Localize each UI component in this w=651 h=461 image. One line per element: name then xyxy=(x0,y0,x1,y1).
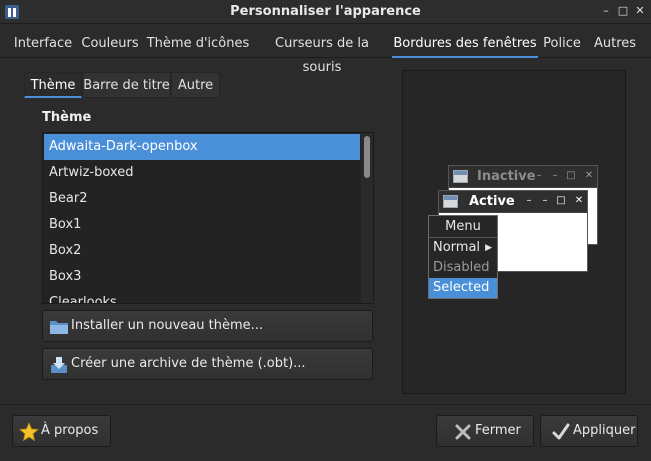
about-label: À propos xyxy=(41,423,99,438)
menu-item-label: Disabled xyxy=(433,260,490,275)
window-icon xyxy=(453,170,468,183)
preview-menu-item-normal: Normal ▶ xyxy=(429,238,497,258)
menu-icon: – xyxy=(536,170,542,181)
tab-interface[interactable]: Interface xyxy=(10,32,76,58)
menu-item-label: Normal xyxy=(433,240,481,255)
menu-icon: – xyxy=(526,195,532,206)
about-button[interactable]: À propos xyxy=(12,415,111,447)
subtab-barre-titre[interactable]: Barre de titre xyxy=(82,72,171,98)
window-icon xyxy=(443,195,458,208)
theme-list-scrollbar[interactable] xyxy=(361,133,373,303)
window-title: Personnaliser l'apparence xyxy=(230,4,421,19)
menu-item-label: Selected xyxy=(433,280,490,295)
create-archive-button[interactable]: Créer une archive de thème (.obt)... xyxy=(42,348,373,380)
close-icon: ✕ xyxy=(574,195,584,206)
list-item[interactable]: Adwaita-Dark-openbox xyxy=(44,134,360,160)
preview-menu-title: Menu xyxy=(429,216,497,238)
maximize-icon: □ xyxy=(566,170,576,181)
preview-inactive-title: Inactive xyxy=(477,169,536,184)
tab-curseurs[interactable]: Curseurs de la souris xyxy=(254,32,390,75)
star-icon xyxy=(19,422,39,442)
close-icon[interactable]: ✕ xyxy=(633,4,647,18)
close-x-icon xyxy=(455,424,471,440)
list-item[interactable]: Artwiz-boxed xyxy=(44,160,360,186)
download-icon xyxy=(51,357,67,373)
apply-label: Appliquer xyxy=(573,423,636,438)
folder-icon xyxy=(50,321,68,334)
theme-list[interactable]: Adwaita-Dark-openbox Artwiz-boxed Bear2 … xyxy=(42,132,374,304)
preview-menu-item-selected: Selected xyxy=(429,278,497,298)
minimize-icon: – xyxy=(542,195,548,206)
title-bar[interactable]: Personnaliser l'apparence – □ ✕ xyxy=(0,0,651,24)
maximize-icon: □ xyxy=(556,195,566,206)
scrollbar-thumb[interactable] xyxy=(364,136,370,178)
create-archive-label: Créer une archive de thème (.obt)... xyxy=(71,356,306,371)
submenu-arrow-icon: ▶ xyxy=(485,243,492,253)
subtab-theme[interactable]: Thème xyxy=(24,72,82,98)
minimize-icon[interactable]: – xyxy=(599,4,613,18)
list-item[interactable]: Box2 xyxy=(44,238,360,264)
preview-menu-item-disabled: Disabled xyxy=(429,258,497,278)
tab-theme-icones[interactable]: Thème d'icônes xyxy=(146,32,250,58)
close-icon: ✕ xyxy=(584,170,594,181)
list-item[interactable]: Box3 xyxy=(44,264,360,290)
tab-autres[interactable]: Autres xyxy=(590,32,640,58)
tab-bordures-fenetres[interactable]: Bordures des fenêtres xyxy=(392,32,538,58)
main-tab-bar: Interface Couleurs Thème d'icônes Curseu… xyxy=(0,26,651,75)
install-theme-button[interactable]: Installer un nouveau thème... xyxy=(42,310,373,342)
close-button[interactable]: Fermer xyxy=(436,415,534,447)
tab-couleurs[interactable]: Couleurs xyxy=(78,32,142,58)
checkmark-icon xyxy=(552,423,570,440)
tab-police[interactable]: Police xyxy=(540,32,584,58)
close-label: Fermer xyxy=(475,423,521,438)
preview-menu: Menu Normal ▶ Disabled Selected xyxy=(428,215,498,299)
preview-active-title: Active xyxy=(469,194,515,209)
minimize-icon: – xyxy=(552,170,558,181)
list-item[interactable]: Bear2 xyxy=(44,186,360,212)
list-item[interactable]: Clearlooks xyxy=(44,290,360,303)
subtab-autre[interactable]: Autre xyxy=(171,72,220,98)
theme-section-label: Thème xyxy=(42,110,92,125)
apply-button[interactable]: Appliquer xyxy=(540,415,638,447)
maximize-icon[interactable]: □ xyxy=(616,4,630,18)
footer-separator xyxy=(0,404,651,405)
install-theme-label: Installer un nouveau thème... xyxy=(71,318,264,333)
list-item[interactable]: Box1 xyxy=(44,212,360,238)
